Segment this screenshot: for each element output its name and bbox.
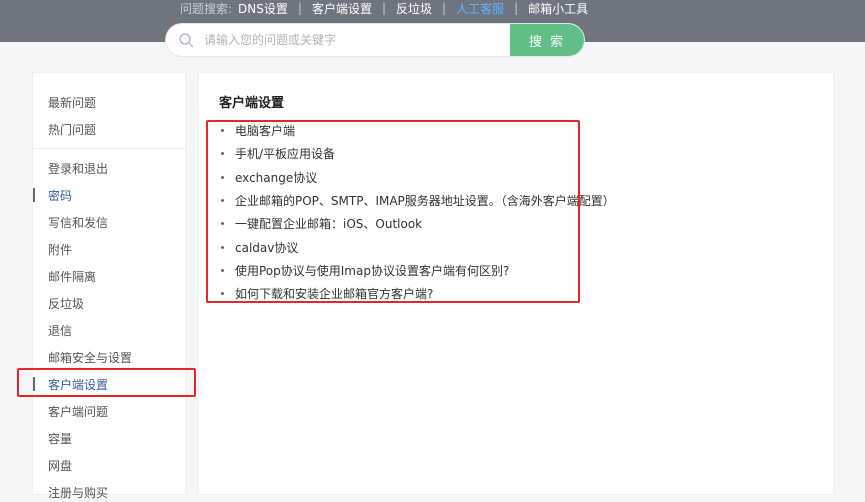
quick-link-mailbox-tools[interactable]: 邮箱小工具 — [528, 0, 588, 17]
bullet-icon — [221, 245, 224, 249]
article-list: 电脑客户端 手机/平板应用设备 exchange协议 企业邮箱的POP、SMTP… — [219, 119, 615, 305]
sidebar-active-indicator — [33, 188, 35, 202]
sidebar-active-indicator — [33, 377, 35, 391]
quick-link-dns[interactable]: DNS设置 — [238, 0, 288, 17]
bullet-icon — [221, 268, 224, 272]
separator: | — [442, 1, 447, 15]
bullet-icon — [221, 129, 224, 133]
sidebar: 最新问题 热门问题 登录和退出 密码 写信和发信 附件 邮件隔离 反垃圾 退信 … — [32, 72, 186, 500]
list-item-label: 一键配置企业邮箱：iOS、Outlook — [235, 217, 423, 232]
list-item-label: caldav协议 — [235, 240, 299, 255]
page-title: 客户端设置 — [219, 96, 285, 111]
list-item[interactable]: 企业邮箱的POP、SMTP、IMAP服务器地址设置。（含海外客户端配置） — [219, 189, 615, 212]
list-item[interactable]: exchange协议 — [219, 166, 615, 189]
sidebar-item-security-settings[interactable]: 邮箱安全与设置 — [48, 347, 132, 367]
quick-link-antispam[interactable]: 反垃圾 — [396, 0, 432, 17]
separator: | — [514, 1, 519, 15]
sidebar-item-compose-send[interactable]: 写信和发信 — [48, 212, 108, 232]
list-item-label: exchange协议 — [235, 170, 318, 185]
list-item-label: 电脑客户端 — [235, 124, 296, 139]
bullet-icon — [221, 222, 224, 226]
sidebar-item-client-settings[interactable]: 客户端设置 — [48, 374, 108, 394]
separator: | — [381, 1, 386, 15]
quick-link-client-settings[interactable]: 客户端设置 — [312, 0, 372, 17]
search-icon — [179, 33, 194, 48]
search-bar: 搜 索 — [166, 24, 584, 56]
list-item[interactable]: 如何下载和安装企业邮箱官方客户端? — [219, 282, 615, 305]
list-item[interactable]: 电脑客户端 — [219, 119, 615, 142]
list-item[interactable]: 手机/平板应用设备 — [219, 142, 615, 165]
bullet-icon — [221, 152, 224, 156]
sidebar-item-bounce[interactable]: 退信 — [48, 320, 72, 340]
sidebar-divider — [33, 148, 185, 149]
list-item[interactable]: 一键配置企业邮箱：iOS、Outlook — [219, 212, 615, 235]
list-item[interactable]: caldav协议 — [219, 235, 615, 258]
sidebar-item-hot-questions[interactable]: 热门问题 — [48, 119, 96, 139]
sidebar-item-password[interactable]: 密码 — [48, 185, 72, 205]
quick-link-human-support[interactable]: 人工客服 — [456, 0, 504, 17]
search-button[interactable]: 搜 索 — [510, 24, 584, 56]
sidebar-item-antispam[interactable]: 反垃圾 — [48, 293, 84, 313]
bullet-icon — [221, 199, 224, 203]
list-item-label: 如何下载和安装企业邮箱官方客户端? — [235, 287, 434, 302]
search-input[interactable] — [202, 25, 510, 55]
bullet-icon — [221, 175, 224, 179]
sidebar-item-latest-questions[interactable]: 最新问题 — [48, 92, 96, 112]
sidebar-item-mail-quarantine[interactable]: 邮件隔离 — [48, 266, 96, 286]
separator: | — [297, 1, 302, 15]
quick-search-links: 问题搜索: DNS设置 | 客户端设置 | 反垃圾 | 人工客服 | 邮箱小工具 — [180, 0, 588, 16]
bullet-icon — [221, 292, 224, 296]
sidebar-item-netdisk[interactable]: 网盘 — [48, 455, 72, 475]
list-item-label: 使用Pop协议与使用Imap协议设置客户端有何区别? — [235, 263, 510, 278]
list-item-label: 企业邮箱的POP、SMTP、IMAP服务器地址设置。（含海外客户端配置） — [235, 194, 615, 209]
quick-search-prefix: 问题搜索: — [180, 1, 233, 16]
list-item[interactable]: 使用Pop协议与使用Imap协议设置客户端有何区别? — [219, 259, 615, 282]
sidebar-item-capacity[interactable]: 容量 — [48, 428, 72, 448]
sidebar-item-client-issues[interactable]: 客户端问题 — [48, 401, 108, 421]
sidebar-item-login-logout[interactable]: 登录和退出 — [48, 158, 108, 178]
sidebar-item-register-purchase[interactable]: 注册与购买 — [48, 482, 108, 502]
sidebar-item-attachments[interactable]: 附件 — [48, 239, 72, 259]
content-panel: 客户端设置 电脑客户端 手机/平板应用设备 exchange协议 企业邮箱的PO… — [198, 72, 834, 495]
list-item-label: 手机/平板应用设备 — [235, 147, 336, 162]
